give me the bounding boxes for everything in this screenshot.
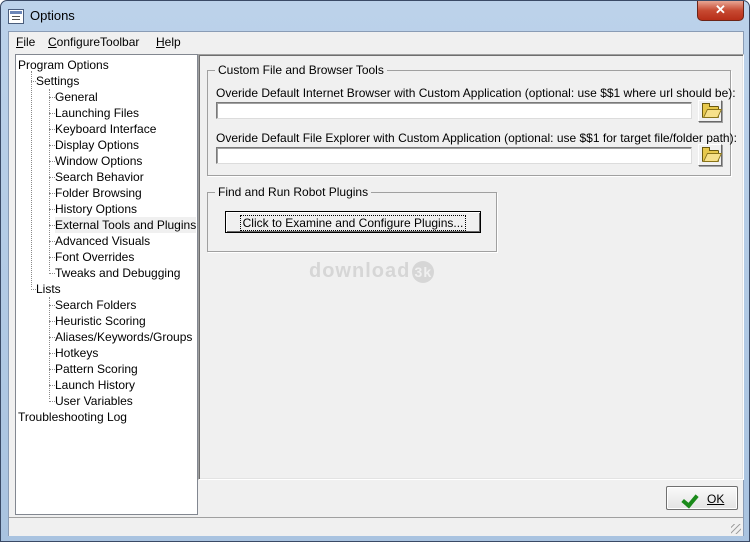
tree-connector <box>49 297 50 399</box>
tree-item-hotkeys[interactable]: Hotkeys <box>55 345 98 361</box>
tree-item-launching-files[interactable]: Launching Files <box>55 105 139 121</box>
browser-browse-button[interactable] <box>698 100 722 122</box>
browser-override-label: Overide Default Internet Browser with Cu… <box>216 86 736 100</box>
open-folder-icon <box>702 147 719 162</box>
tree-item-font-overrides[interactable]: Font Overrides <box>55 249 134 265</box>
tree-item-keyboard-interface[interactable]: Keyboard Interface <box>55 121 156 137</box>
options-tree[interactable]: Program Options Settings General Launchin… <box>15 54 198 515</box>
tree-item-tweaks-and-debugging[interactable]: Tweaks and Debugging <box>55 265 180 281</box>
ok-label: OK <box>707 492 725 506</box>
menu-help-accel: H <box>156 35 165 49</box>
ok-button[interactable]: OK <box>666 486 738 510</box>
explorer-override-input[interactable] <box>216 147 692 164</box>
tree-item-user-variables[interactable]: User Variables <box>55 393 133 409</box>
tree-connector <box>31 71 32 287</box>
tree-item-aliases-keywords-groups[interactable]: Aliases/Keywords/Groups <box>55 329 192 345</box>
tree-item-advanced-visuals[interactable]: Advanced Visuals <box>55 233 150 249</box>
menu-bar: File ConfigureToolbar Help <box>9 32 743 52</box>
watermark-text: download <box>309 260 411 282</box>
tree-item-window-options[interactable]: Window Options <box>55 153 142 169</box>
menu-help[interactable]: Help <box>156 35 181 49</box>
tree-item-launch-history[interactable]: Launch History <box>55 377 135 393</box>
client-area: File ConfigureToolbar Help Program Optio… <box>8 31 744 536</box>
configure-plugins-button[interactable]: Click to Examine and Configure Plugins..… <box>225 211 481 233</box>
tree-item-history-options[interactable]: History Options <box>55 201 137 217</box>
menu-file-label: ile <box>23 35 36 49</box>
menu-file[interactable]: File <box>16 35 35 49</box>
tree-item-program-options[interactable]: Program Options <box>18 57 109 73</box>
checkmark-icon <box>681 490 699 509</box>
tree-item-external-tools-and-plugins[interactable]: External Tools and Plugins <box>55 217 197 233</box>
status-bar <box>9 517 743 536</box>
menu-help-label: elp <box>164 35 181 49</box>
plugins-group-title: Find and Run Robot Plugins <box>215 185 372 199</box>
tree-item-search-folders[interactable]: Search Folders <box>55 297 136 313</box>
explorer-override-label: Overide Default File Explorer with Custo… <box>216 131 737 145</box>
watermark-badge: 3k <box>412 260 435 283</box>
open-folder-icon <box>702 103 719 118</box>
explorer-browse-button[interactable] <box>698 144 722 166</box>
menu-configure-label: onfigureToolbar <box>56 35 140 49</box>
browser-override-input[interactable] <box>216 102 692 119</box>
configure-plugins-label: Click to Examine and Configure Plugins..… <box>239 215 467 231</box>
tree-connector <box>49 89 50 271</box>
menu-configure-accel: C <box>48 35 57 49</box>
tree-item-pattern-scoring[interactable]: Pattern Scoring <box>55 361 138 377</box>
download3k-watermark: download 3k <box>309 260 435 283</box>
tree-item-heuristic-scoring[interactable]: Heuristic Scoring <box>55 313 146 329</box>
custom-tools-group-title: Custom File and Browser Tools <box>215 63 387 77</box>
options-window: Options ✕ File ConfigureToolbar Help Pro… <box>0 0 750 542</box>
title-bar[interactable]: Options ✕ <box>1 1 749 31</box>
app-icon <box>8 9 24 24</box>
resize-grip[interactable] <box>731 524 741 534</box>
window-title: Options <box>30 8 75 23</box>
tree-item-lists[interactable]: Lists <box>36 281 61 297</box>
close-button[interactable]: ✕ <box>697 1 744 21</box>
tree-item-folder-browsing[interactable]: Folder Browsing <box>55 185 142 201</box>
tree-item-search-behavior[interactable]: Search Behavior <box>55 169 144 185</box>
menu-configure-toolbar[interactable]: ConfigureToolbar <box>48 35 139 49</box>
tree-item-general[interactable]: General <box>55 89 98 105</box>
tree-item-troubleshooting-log[interactable]: Troubleshooting Log <box>18 409 127 425</box>
tree-item-display-options[interactable]: Display Options <box>55 137 139 153</box>
tree-item-settings[interactable]: Settings <box>36 73 79 89</box>
